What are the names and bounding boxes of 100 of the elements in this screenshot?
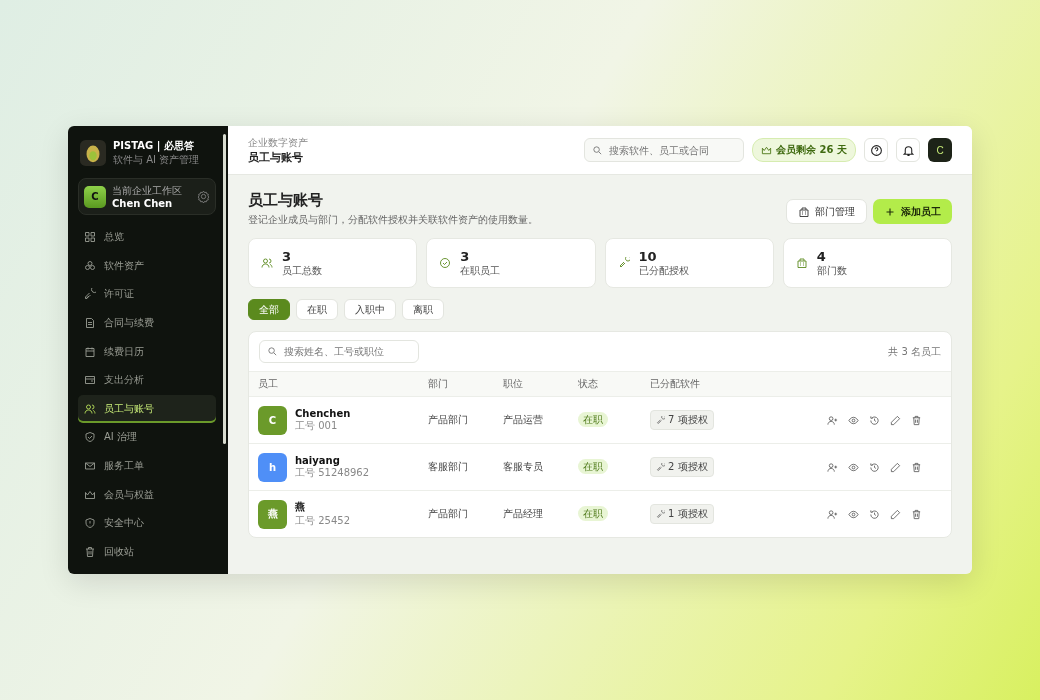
edit-icon[interactable]: [890, 461, 901, 473]
help-icon: [869, 143, 883, 157]
manage-button[interactable]: 部门管理: [786, 199, 867, 224]
employee-name: 燕: [295, 500, 306, 514]
add-button[interactable]: 添加员工: [873, 199, 952, 224]
view-icon[interactable]: [848, 461, 859, 473]
edit-icon[interactable]: [890, 508, 901, 520]
header-title: 员工与账号: [248, 149, 304, 165]
history-icon[interactable]: [869, 414, 880, 426]
table-cell: 产品部门: [428, 414, 468, 425]
stat-value: 4: [816, 248, 827, 264]
users-icon: [84, 402, 96, 415]
employee-name: Chenchen: [295, 407, 351, 419]
notification-button[interactable]: [896, 138, 920, 162]
filter-tab[interactable]: 在职: [296, 299, 338, 320]
employee-count: 共 3 名员工: [888, 344, 941, 359]
table-search-field[interactable]: 搜索姓名、工号或职位: [259, 340, 419, 363]
table-cell: 产品运营: [503, 414, 543, 425]
view-icon[interactable]: [848, 414, 859, 426]
workspace-card[interactable]: C 当前企业工作区 Chen Chen: [78, 178, 216, 215]
building-icon: [795, 257, 808, 269]
shield-check-icon: [84, 431, 96, 444]
sidebar-item[interactable]: 许可证: [78, 280, 216, 309]
table-cell: 客服专员: [503, 461, 543, 472]
crown-icon: [84, 488, 96, 501]
employee-avatar: C: [258, 405, 287, 435]
membership-badge[interactable]: 会员剩余 26 天: [752, 138, 856, 162]
trash-icon: [84, 545, 96, 558]
stat-value: 3: [460, 248, 471, 264]
delete-icon[interactable]: [911, 414, 922, 426]
column-header: 职位: [503, 377, 524, 391]
settings-icon[interactable]: [197, 190, 210, 203]
filter-tab[interactable]: 入职中: [344, 299, 396, 320]
mascot-logo-icon: [80, 140, 106, 166]
history-icon[interactable]: [869, 508, 880, 520]
sidebar-item[interactable]: 合同与续费: [78, 308, 216, 338]
users-icon: [261, 257, 273, 269]
circles-icon: [84, 259, 96, 272]
calendar-icon: [84, 345, 96, 358]
employee-name: haiyang: [295, 454, 341, 466]
delete-icon[interactable]: [911, 461, 922, 473]
table-cell: 产品经理: [503, 508, 543, 519]
filter-tab[interactable]: 全部: [248, 299, 290, 320]
license-badge: 2 项授权: [650, 457, 714, 477]
sidebar-item[interactable]: 支出分析: [78, 365, 216, 395]
user-avatar[interactable]: C: [928, 138, 952, 162]
license-badge: 7 项授权: [650, 410, 714, 430]
column-header: 部门: [428, 377, 449, 391]
filter-tab[interactable]: 离职: [402, 299, 444, 320]
scrollbar[interactable]: [223, 134, 226, 444]
stat-label: 部门数: [816, 263, 847, 278]
employee-id: 工号 25452: [295, 514, 350, 528]
stat-label: 已分配授权: [638, 263, 689, 278]
status-badge: 在职: [578, 506, 608, 521]
workspace-user: Chen Chen: [112, 198, 174, 209]
table-cell: 产品部门: [428, 508, 468, 519]
mail-icon: [84, 460, 96, 473]
search-field[interactable]: 搜索软件、员工或合同: [584, 138, 745, 162]
column-header: 已分配软件: [650, 377, 701, 391]
sidebar-item[interactable]: 安全中心: [78, 508, 216, 538]
stat-label: 员工总数: [282, 263, 322, 278]
document-icon: [84, 317, 96, 330]
workspace-avatar: C: [84, 185, 106, 208]
search-icon: [592, 144, 604, 156]
assign-user-icon[interactable]: [827, 414, 838, 426]
search-icon: [267, 346, 278, 357]
sidebar-item[interactable]: 软件资产: [78, 251, 216, 281]
page-description: 登记企业成员与部门，分配软件授权并关联软件资产的使用数量。: [248, 213, 538, 227]
sidebar-item[interactable]: 回收站: [78, 537, 216, 567]
edit-icon[interactable]: [890, 414, 901, 426]
sidebar-item[interactable]: 服务工单: [78, 451, 216, 481]
stat-value: 10: [638, 248, 658, 264]
workspace-label: 当前企业工作区: [112, 184, 183, 198]
page-title: 员工与账号: [248, 191, 324, 210]
brand-name: PISTAG | 必思答: [113, 139, 195, 153]
employee-avatar: h: [258, 452, 287, 482]
shield-alert-icon: [84, 517, 96, 530]
brand-tagline: 软件与 AI 资产管理: [113, 153, 200, 167]
employee-id: 工号 001: [295, 418, 339, 433]
status-badge: 在职: [578, 412, 608, 427]
status-badge: 在职: [578, 459, 608, 474]
employee-avatar: 燕: [258, 499, 287, 529]
help-button[interactable]: [864, 138, 888, 162]
table-cell: 客服部门: [428, 461, 468, 472]
sidebar-item[interactable]: 会员与权益: [78, 480, 216, 509]
delete-icon[interactable]: [911, 508, 922, 520]
sidebar-item[interactable]: AI 治理: [78, 423, 216, 452]
bell-icon: [901, 143, 915, 157]
assign-user-icon[interactable]: [827, 461, 838, 473]
crown-icon: [761, 144, 773, 156]
sidebar-item[interactable]: 续费日历: [78, 337, 216, 366]
column-header: 员工: [258, 377, 279, 391]
view-icon[interactable]: [848, 508, 859, 520]
license-badge: 1 项授权: [650, 504, 714, 524]
stat-value: 3: [282, 248, 293, 264]
sidebar-item[interactable]: 员工与账号: [78, 394, 216, 424]
history-icon[interactable]: [869, 461, 880, 473]
assign-user-icon[interactable]: [827, 508, 838, 520]
breadcrumb: 企业数字资产: [248, 135, 309, 150]
sidebar-item[interactable]: 总览: [78, 223, 216, 252]
